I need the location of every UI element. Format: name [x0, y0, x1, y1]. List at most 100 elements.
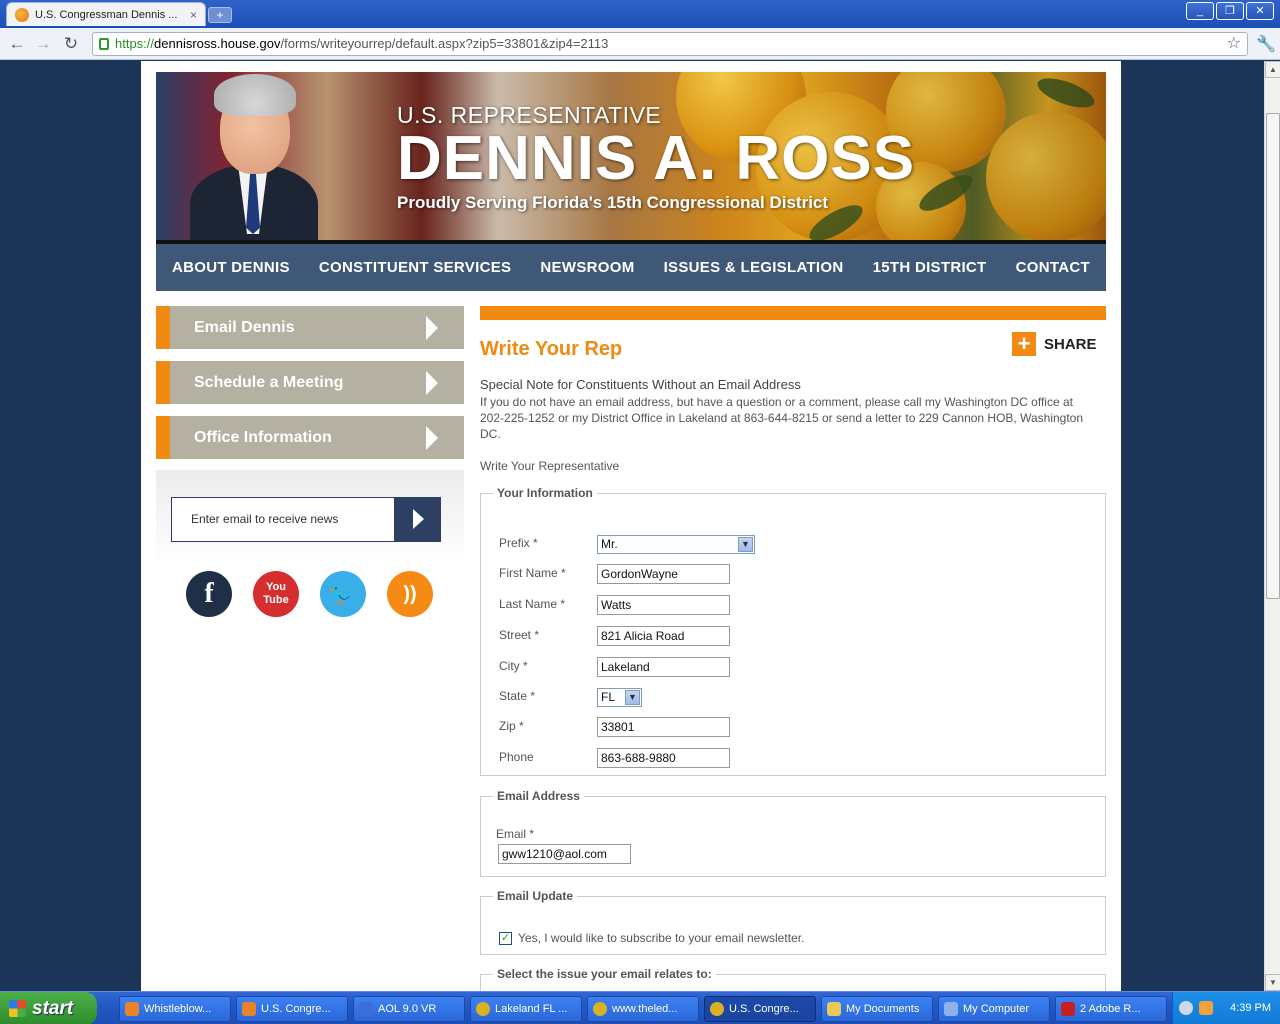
banner-subtitle: Proudly Serving Florida's 15th Congressi… — [397, 193, 829, 212]
aol-icon — [359, 1002, 373, 1016]
taskbar-item[interactable]: www.theled... — [587, 996, 699, 1022]
youtube-icon[interactable]: You Tube — [253, 571, 299, 617]
newsletter-checkbox[interactable]: ✓ — [499, 932, 512, 945]
play-arrow-icon — [413, 509, 424, 529]
tray-warning-icon[interactable] — [1199, 1001, 1213, 1015]
newsletter-email-input[interactable]: Enter email to receive news — [171, 497, 395, 542]
lock-icon — [99, 38, 109, 50]
content-accent-bar — [480, 306, 1106, 320]
share-label: SHARE — [1044, 335, 1097, 353]
taskbar-item-label: 2 Adobe R... — [1080, 1003, 1141, 1015]
forward-arrow-icon[interactable]: → — [32, 33, 54, 55]
taskbar-item[interactable]: Whistleblow... — [119, 996, 231, 1022]
clock: 4:39 PM — [1230, 1002, 1271, 1014]
new-tab-button[interactable]: + — [208, 7, 232, 23]
newsletter-submit-button[interactable] — [394, 497, 441, 542]
your-information-legend: Your Information — [497, 486, 593, 500]
email-input[interactable]: gww1210@aol.com — [498, 844, 631, 864]
city-label: City * — [499, 659, 528, 673]
start-button[interactable]: start — [0, 992, 97, 1024]
twitter-icon[interactable]: 🐦 — [320, 571, 366, 617]
congressman-portrait — [180, 72, 320, 240]
form-intro-label: Write Your Representative — [480, 459, 620, 473]
your-information-fieldset: Your Information Prefix * Mr. ▼ First Na… — [480, 486, 1106, 776]
reload-icon[interactable]: ↻ — [60, 33, 82, 55]
computer-icon — [944, 1002, 958, 1016]
city-input[interactable]: Lakeland — [597, 657, 730, 677]
browser-toolbar: ← → ↻ https://dennisross.house.gov/forms… — [0, 28, 1280, 60]
nav-15th-district[interactable]: 15TH DISTRICT — [873, 259, 987, 276]
nav-about-dennis[interactable]: ABOUT DENNIS — [172, 259, 290, 276]
banner-title: U.S. REPRESENTATIVE DENNIS A. ROSS Proud… — [397, 102, 915, 213]
minimize-button[interactable]: _ — [1186, 2, 1214, 20]
taskbar-item[interactable]: My Documents — [821, 996, 933, 1022]
url-path: /forms/writeyourrep/default.aspx?zip5=33… — [280, 36, 609, 51]
taskbar-item-label: My Computer — [963, 1003, 1030, 1015]
street-input[interactable]: 821 Alicia Road — [597, 626, 730, 646]
email-label: Email * — [496, 827, 535, 841]
share-button[interactable]: + SHARE — [1012, 332, 1097, 356]
taskbar-item[interactable]: My Computer — [938, 996, 1050, 1022]
url-host: dennisross.house.gov — [154, 36, 281, 51]
close-window-button[interactable]: ✕ — [1246, 2, 1274, 20]
taskbar-item-label: AOL 9.0 VR — [378, 1003, 437, 1015]
first-name-input[interactable]: GordonWayne — [597, 564, 730, 584]
taskbar-item-active[interactable]: U.S. Congre... — [704, 996, 816, 1022]
state-select[interactable]: FL ▼ — [597, 688, 642, 707]
plus-icon: + — [1012, 332, 1036, 356]
adobe-reader-icon — [1061, 1002, 1075, 1016]
phone-input[interactable]: 863-688-9880 — [597, 748, 730, 768]
windows-logo-icon — [9, 1000, 26, 1017]
nav-constituent-services[interactable]: CONSTITUENT SERVICES — [319, 259, 511, 276]
wrench-menu-icon[interactable]: 🔧 — [1256, 34, 1276, 54]
issue-fieldset: Select the issue your email relates to: — [480, 967, 1106, 991]
system-tray: 4:39 PM — [1172, 992, 1280, 1024]
email-address-fieldset: Email Address Email * gww1210@aol.com — [480, 789, 1106, 877]
browser-tab[interactable]: U.S. Congressman Dennis ... × — [6, 2, 206, 26]
restore-button[interactable]: ❐ — [1216, 2, 1244, 20]
taskbar-item[interactable]: U.S. Congre... — [236, 996, 348, 1022]
taskbar-item-label: Lakeland FL ... — [495, 1003, 568, 1015]
taskbar-item-label: My Documents — [846, 1003, 920, 1015]
taskbar-item[interactable]: Lakeland FL ... — [470, 996, 582, 1022]
bookmark-star-icon[interactable]: ☆ — [1227, 33, 1241, 55]
taskbar-item-label: U.S. Congre... — [261, 1003, 331, 1015]
prefix-select[interactable]: Mr. ▼ — [597, 535, 755, 554]
state-value: FL — [601, 690, 616, 704]
prefix-label: Prefix * — [499, 536, 538, 550]
schedule-meeting-label: Schedule a Meeting — [194, 373, 344, 391]
scroll-up-arrow-icon[interactable]: ▲ — [1265, 61, 1280, 78]
taskbar-item[interactable]: AOL 9.0 VR — [353, 996, 465, 1022]
rss-icon[interactable]: )) — [387, 571, 433, 617]
nav-newsroom[interactable]: NEWSROOM — [540, 259, 634, 276]
page-viewport: U.S. REPRESENTATIVE DENNIS A. ROSS Proud… — [0, 61, 1264, 991]
scroll-down-arrow-icon[interactable]: ▼ — [1265, 974, 1280, 991]
nav-contact[interactable]: CONTACT — [1016, 259, 1090, 276]
newsletter-checkbox-label: Yes, I would like to subscribe to your e… — [518, 931, 805, 945]
url-scheme: https:// — [115, 36, 155, 51]
taskbar-item-label: Whistleblow... — [144, 1003, 212, 1015]
email-dennis-button[interactable]: Email Dennis — [156, 306, 464, 349]
taskbar-item[interactable]: 2 Adobe R... — [1055, 996, 1167, 1022]
nav-issues-legislation[interactable]: ISSUES & LEGISLATION — [664, 259, 844, 276]
office-information-button[interactable]: Office Information — [156, 416, 464, 459]
zip-input[interactable]: 33801 — [597, 717, 730, 737]
address-bar[interactable]: https://dennisross.house.gov/forms/write… — [92, 32, 1248, 56]
main-nav: ABOUT DENNIS CONSTITUENT SERVICES NEWSRO… — [156, 244, 1106, 291]
last-name-label: Last Name * — [499, 597, 566, 611]
prefix-value: Mr. — [601, 537, 618, 551]
note-body: If you do not have an email address, but… — [480, 395, 1084, 441]
page-title: Write Your Rep — [480, 338, 623, 360]
tab-close-icon[interactable]: × — [190, 8, 197, 22]
tray-chevron-icon[interactable] — [1179, 1001, 1193, 1015]
chrome-icon — [476, 1002, 490, 1016]
zip-label: Zip * — [499, 719, 524, 733]
vertical-scrollbar[interactable]: ▲ ▼ — [1264, 61, 1280, 991]
last-name-input[interactable]: Watts — [597, 595, 730, 615]
back-arrow-icon[interactable]: ← — [6, 33, 28, 55]
taskbar-item-label: www.theled... — [612, 1003, 678, 1015]
schedule-meeting-button[interactable]: Schedule a Meeting — [156, 361, 464, 404]
facebook-icon[interactable]: f — [186, 571, 232, 617]
arrow-right-icon — [426, 425, 438, 450]
scrollbar-thumb[interactable] — [1266, 113, 1280, 599]
